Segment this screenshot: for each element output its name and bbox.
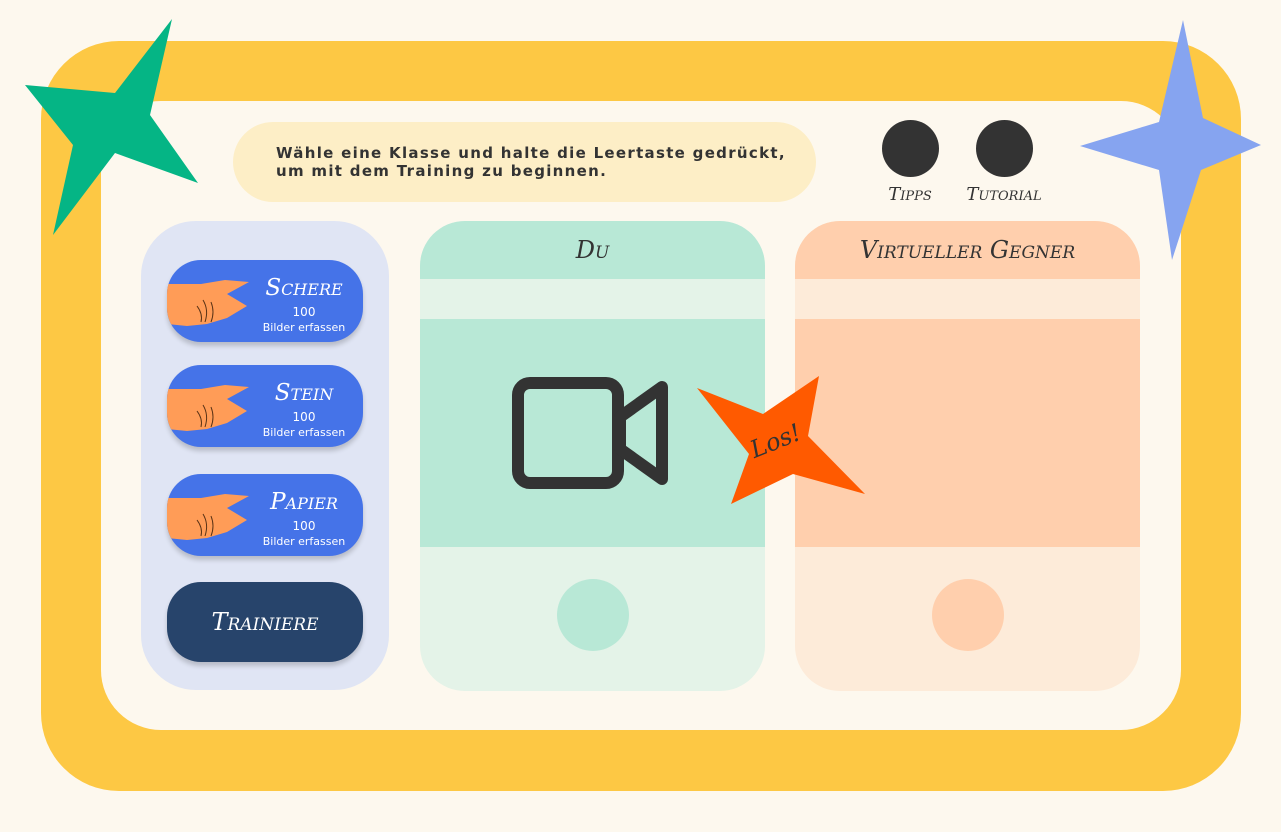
instruction-line-1: Wähle eine Klasse und halte die Leertast… [276,144,786,162]
player-home-button[interactable] [556,579,629,651]
burst-star-icon: Los! [697,376,865,504]
opponent-home-button [931,579,1004,651]
class-count: 100 [292,519,316,533]
class-count: 100 [292,305,316,319]
class-name: Papier [270,489,338,515]
tips-button[interactable] [882,120,939,177]
hand-icon [167,494,249,540]
train-button[interactable]: Trainiere [167,582,363,662]
video-camera-icon [512,377,668,489]
player-panel-title: Du [420,221,765,279]
instruction-line-2: um mit dem Training zu beginnen. [276,162,608,180]
class-name: Schere [265,275,343,301]
class-button-stein[interactable]: Stein 100 Bilder erfassen [167,365,363,447]
hand-icon [167,385,249,431]
opponent-panel-title: Virtueller Gegner [795,221,1140,279]
instruction-banner: Wähle eine Klasse und halte die Leertast… [233,122,816,202]
tutorial-label: Tutorial [966,184,1042,205]
start-button[interactable]: Los! [693,374,868,506]
class-subtitle: Bilder erfassen [262,426,346,439]
class-subtitle: Bilder erfassen [262,535,346,548]
tutorial-button[interactable] [976,120,1033,177]
class-button-schere[interactable]: Schere 100 Bilder erfassen [167,260,363,342]
class-name: Stein [274,380,334,406]
player-panel-band [420,279,765,319]
hand-icon [167,280,249,326]
class-button-papier[interactable]: Papier 100 Bilder erfassen [167,474,363,556]
opponent-panel-band [795,279,1140,319]
green-star-icon [25,19,198,235]
class-count: 100 [292,410,316,424]
class-subtitle: Bilder erfassen [262,321,346,334]
